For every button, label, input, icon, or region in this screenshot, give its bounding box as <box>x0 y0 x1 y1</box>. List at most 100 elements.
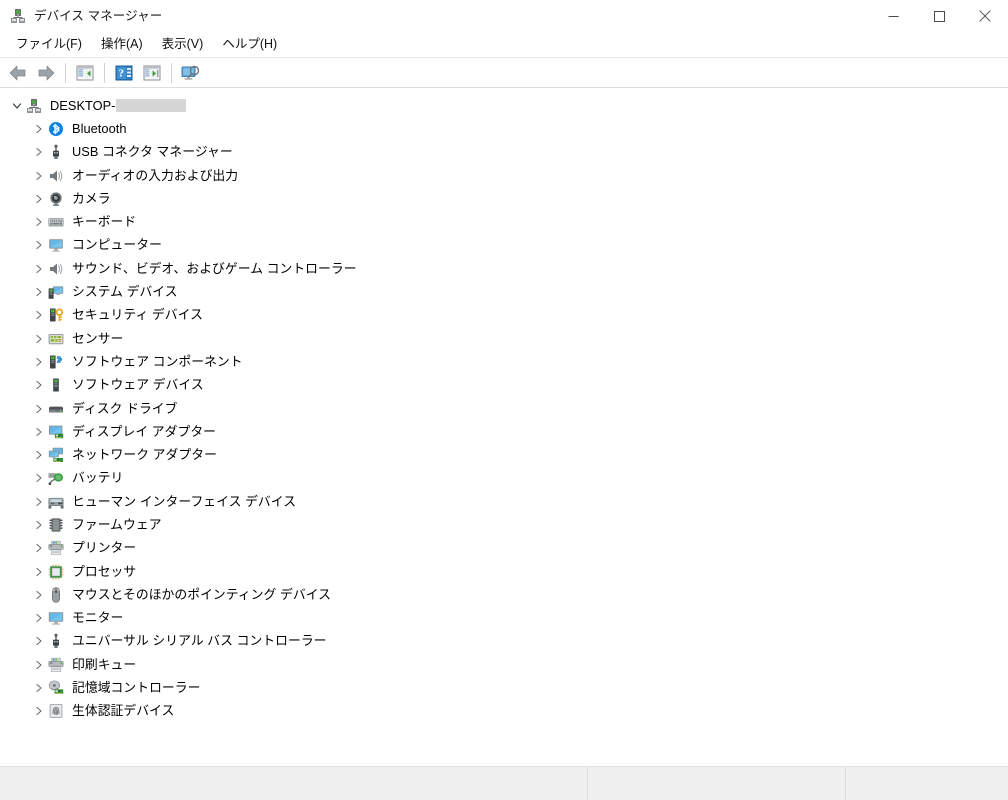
chevron-right-icon[interactable] <box>30 447 48 463</box>
tree-item-label: ヒューマン インターフェイス デバイス <box>72 493 297 509</box>
tree-item-label: セキュリティ デバイス <box>72 307 203 323</box>
chevron-right-icon[interactable] <box>30 633 48 649</box>
window-title: デバイス マネージャー <box>34 9 163 23</box>
chevron-right-icon[interactable] <box>30 470 48 486</box>
tree-item-sound-video-game-controllers[interactable]: サウンド、ビデオ、およびゲーム コントローラー <box>0 257 1008 280</box>
forward-button[interactable] <box>32 60 60 86</box>
chevron-right-icon[interactable] <box>30 377 48 393</box>
biometric-icon <box>48 703 64 719</box>
console-tree-icon <box>76 65 94 80</box>
tree-item-label: プリンター <box>72 540 137 556</box>
mouse-icon <box>48 587 64 603</box>
chevron-right-icon[interactable] <box>30 587 48 603</box>
tree-item-printers[interactable]: プリンター <box>0 537 1008 560</box>
menu-help[interactable]: ヘルプ(H) <box>214 34 285 55</box>
tree-item-security-devices[interactable]: セキュリティ デバイス <box>0 304 1008 327</box>
tree-item-processors[interactable]: プロセッサ <box>0 560 1008 583</box>
tree-item-system-devices[interactable]: システム デバイス <box>0 280 1008 303</box>
chevron-right-icon[interactable] <box>30 354 48 370</box>
tree-item-biometric-devices[interactable]: 生体認証デバイス <box>0 700 1008 723</box>
tree-item-bluetooth[interactable]: Bluetooth <box>0 117 1008 140</box>
status-pane-tertiary <box>846 767 1008 800</box>
chevron-right-icon[interactable] <box>30 331 48 347</box>
tree-root-label: DESKTOP- <box>50 98 186 114</box>
properties-button[interactable] <box>138 60 166 86</box>
chevron-right-icon[interactable] <box>30 610 48 626</box>
chevron-right-icon[interactable] <box>30 540 48 556</box>
minimize-button[interactable] <box>870 0 916 32</box>
computer-icon <box>48 237 64 253</box>
tree-item-usb-controllers[interactable]: ユニバーサル シリアル バス コントローラー <box>0 630 1008 653</box>
chevron-right-icon[interactable] <box>30 237 48 253</box>
device-tree[interactable]: DESKTOP- Bluetooth USB コネクタ マネージャー オーディオ… <box>0 88 1008 766</box>
status-bar <box>0 766 1008 800</box>
chevron-right-icon[interactable] <box>30 424 48 440</box>
chevron-right-icon[interactable] <box>30 214 48 230</box>
chevron-right-icon[interactable] <box>30 564 48 580</box>
tree-item-computer[interactable]: コンピューター <box>0 234 1008 257</box>
scan-hardware-changes-button[interactable] <box>177 60 205 86</box>
show-hide-console-tree-button[interactable] <box>71 60 99 86</box>
help-button[interactable]: ? <box>110 60 138 86</box>
tree-item-network-adapters[interactable]: ネットワーク アダプター <box>0 443 1008 466</box>
chevron-right-icon[interactable] <box>30 703 48 719</box>
tree-item-storage-controllers[interactable]: 記憶域コントローラー <box>0 676 1008 699</box>
tree-item-label: ファームウェア <box>72 516 162 532</box>
tree-item-software-components[interactable]: ソフトウェア コンポーネント <box>0 350 1008 373</box>
tree-item-print-queues[interactable]: 印刷キュー <box>0 653 1008 676</box>
menu-view[interactable]: 表示(V) <box>154 34 212 55</box>
chevron-right-icon[interactable] <box>30 517 48 533</box>
chevron-right-icon[interactable] <box>30 121 48 137</box>
tree-item-mice-and-pointing-devices[interactable]: マウスとそのほかのポインティング デバイス <box>0 583 1008 606</box>
security-device-icon <box>48 307 64 323</box>
chevron-right-icon[interactable] <box>30 307 48 323</box>
tree-item-disk-drives[interactable]: ディスク ドライブ <box>0 397 1008 420</box>
network-adapter-icon <box>48 447 64 463</box>
status-pane-message <box>0 767 588 800</box>
toolbar: ? <box>0 58 1008 88</box>
tree-item-software-devices[interactable]: ソフトウェア デバイス <box>0 374 1008 397</box>
tree-item-audio-inputs-outputs[interactable]: オーディオの入力および出力 <box>0 164 1008 187</box>
software-component-icon <box>48 354 64 370</box>
chevron-right-icon[interactable] <box>30 680 48 696</box>
tree-item-label: Bluetooth <box>72 120 127 136</box>
tree-item-usb-connector-manager[interactable]: USB コネクタ マネージャー <box>0 141 1008 164</box>
menu-action[interactable]: 操作(A) <box>93 34 151 55</box>
minimize-icon <box>888 15 898 17</box>
status-pane-secondary <box>588 767 846 800</box>
chevron-down-icon[interactable] <box>8 98 26 114</box>
tree-item-display-adapters[interactable]: ディスプレイ アダプター <box>0 420 1008 443</box>
tree-item-monitors[interactable]: モニター <box>0 607 1008 630</box>
sensor-icon <box>48 331 64 347</box>
tree-item-sensors[interactable]: センサー <box>0 327 1008 350</box>
chevron-right-icon[interactable] <box>30 494 48 510</box>
back-button[interactable] <box>4 60 32 86</box>
hid-icon <box>48 494 64 510</box>
tree-item-label: 印刷キュー <box>72 656 137 672</box>
printer-icon <box>48 540 64 556</box>
battery-icon <box>48 470 64 486</box>
chevron-right-icon[interactable] <box>30 168 48 184</box>
tree-item-batteries[interactable]: バッテリ <box>0 467 1008 490</box>
chevron-right-icon[interactable] <box>30 284 48 300</box>
title-bar: デバイス マネージャー <box>0 0 1008 32</box>
toolbar-separator-3 <box>171 62 172 83</box>
chevron-right-icon[interactable] <box>30 191 48 207</box>
tree-item-firmware[interactable]: ファームウェア <box>0 513 1008 536</box>
tree-item-label: 生体認証デバイス <box>72 703 175 719</box>
close-button[interactable] <box>962 0 1008 32</box>
tree-item-label: サウンド、ビデオ、およびゲーム コントローラー <box>72 260 357 276</box>
maximize-button[interactable] <box>916 0 962 32</box>
tree-item-human-interface-devices[interactable]: ヒューマン インターフェイス デバイス <box>0 490 1008 513</box>
tree-root-node[interactable]: DESKTOP- <box>0 94 1008 117</box>
menu-file[interactable]: ファイル(F) <box>8 34 90 55</box>
tree-item-camera[interactable]: カメラ <box>0 187 1008 210</box>
chevron-right-icon[interactable] <box>30 657 48 673</box>
chevron-right-icon[interactable] <box>30 144 48 160</box>
tree-item-label: モニター <box>72 610 124 626</box>
monitor-icon <box>48 610 64 626</box>
properties-icon <box>143 65 161 80</box>
chevron-right-icon[interactable] <box>30 261 48 277</box>
tree-item-keyboard[interactable]: キーボード <box>0 210 1008 233</box>
chevron-right-icon[interactable] <box>30 401 48 417</box>
